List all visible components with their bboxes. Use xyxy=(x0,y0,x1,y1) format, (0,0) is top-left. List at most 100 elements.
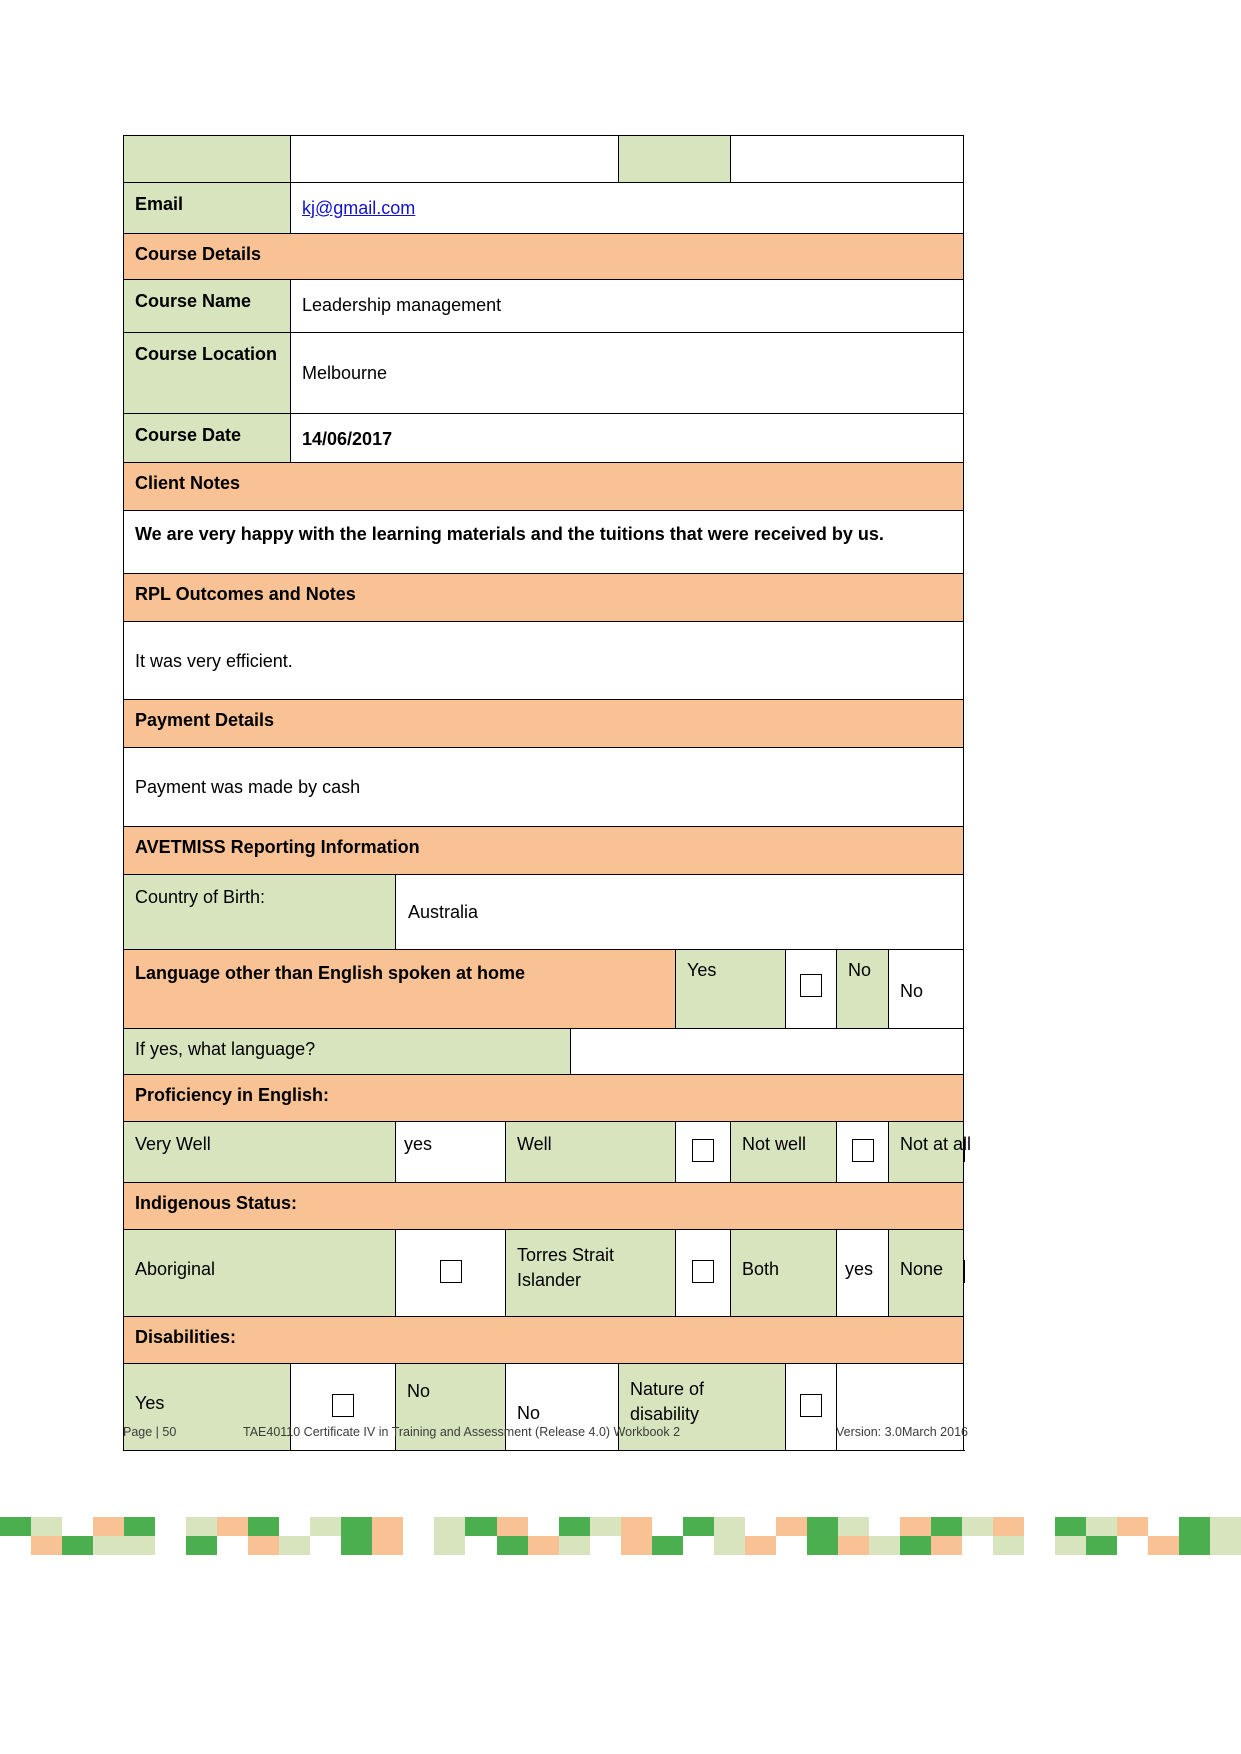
if-yes-language-label: If yes, what language? xyxy=(135,1038,316,1059)
strip-column xyxy=(682,1517,714,1555)
prof-not-well-checkbox[interactable] xyxy=(851,1139,874,1163)
prof-not-at-all-label: Not at all xyxy=(900,1133,972,1154)
if-yes-language-value[interactable] xyxy=(571,1029,963,1045)
table-row-rpl-header: RPL Outcomes and Notes xyxy=(123,573,964,622)
strip-column xyxy=(155,1517,187,1555)
language-other-label: Language other than English spoken at ho… xyxy=(135,962,526,983)
prof-well-checkbox-wrap[interactable] xyxy=(676,1122,730,1182)
table-row-proficiency-options: Very Well yes Well Not well Not at all xyxy=(123,1120,972,1183)
email-link[interactable]: kj@gmail.com xyxy=(302,198,415,218)
indigenous-aboriginal-checkbox-cell[interactable] xyxy=(395,1228,506,1317)
indigenous-both-label: Both xyxy=(742,1258,780,1279)
strip-column xyxy=(62,1517,94,1555)
payment-header-cell: Payment Details xyxy=(123,699,964,749)
language-yes-checkbox-cell[interactable] xyxy=(785,948,837,1029)
strip-column xyxy=(651,1517,683,1555)
strip-column xyxy=(589,1517,621,1555)
prof-not-well-checkbox-cell[interactable] xyxy=(836,1120,889,1183)
strip-column xyxy=(124,1517,156,1555)
document-page: Email kj@gmail.com Course Details Course… xyxy=(0,0,1241,1754)
prof-well-label-cell: Well xyxy=(505,1120,676,1183)
if-yes-language-value-cell[interactable] xyxy=(570,1027,964,1075)
strip-column xyxy=(186,1517,218,1555)
language-yes-checkbox-wrap[interactable] xyxy=(786,950,836,1024)
indigenous-tsi-checkbox-wrap[interactable] xyxy=(676,1230,730,1316)
indigenous-tsi-checkbox[interactable] xyxy=(692,1260,714,1284)
rpl-header-cell: RPL Outcomes and Notes xyxy=(123,573,964,622)
table-row-indigenous-options: Aboriginal Torres Strait Islander Both y… xyxy=(123,1228,965,1317)
strip-column xyxy=(1024,1517,1056,1555)
strip-column xyxy=(248,1517,280,1555)
strip-column xyxy=(217,1517,249,1555)
page-footer: Page | 50 TAE40110 Certificate IV in Tra… xyxy=(123,1425,968,1439)
course-details-header: Course Details xyxy=(135,244,262,264)
indigenous-header-cell: Indigenous Status: xyxy=(123,1181,964,1230)
footer-page-number: Page | 50 xyxy=(123,1425,177,1439)
avetmiss-header: AVETMISS Reporting Information xyxy=(135,836,420,857)
strip-column xyxy=(775,1517,807,1555)
payment-text: Payment was made by cash xyxy=(135,777,361,798)
strip-column xyxy=(899,1517,931,1555)
course-date-label: Course Date xyxy=(135,425,242,445)
course-details-header-cell: Course Details xyxy=(123,233,964,280)
indigenous-both-answer-cell: yes xyxy=(836,1228,889,1317)
top-cell-3 xyxy=(618,135,731,183)
language-yes-label-cell: Yes xyxy=(675,948,786,1029)
strip-column xyxy=(806,1517,838,1555)
indigenous-none-checkbox[interactable] xyxy=(963,1260,965,1284)
table-row-disabilities-header: Disabilities: xyxy=(123,1315,964,1364)
course-name-label-cell: Course Name xyxy=(123,279,291,333)
table-row-payment-body: Payment was made by cash xyxy=(123,747,964,827)
payment-body-cell: Payment was made by cash xyxy=(123,747,964,827)
indigenous-aboriginal-checkbox[interactable] xyxy=(439,1260,462,1284)
disabilities-nature-checkbox[interactable] xyxy=(800,1394,822,1418)
strip-column xyxy=(868,1517,900,1555)
prof-not-well-label: Not well xyxy=(742,1133,807,1154)
indigenous-aboriginal-checkbox-wrap[interactable] xyxy=(396,1230,505,1316)
table-row-payment-header: Payment Details xyxy=(123,699,964,749)
top-cell-4 xyxy=(730,135,964,183)
rpl-text: It was very efficient. xyxy=(135,651,293,671)
course-location-value: Melbourne xyxy=(302,363,388,383)
strip-column xyxy=(0,1517,32,1555)
prof-well-checkbox-cell[interactable] xyxy=(675,1120,731,1183)
table-row-course-date: Course Date 14/06/2017 xyxy=(123,413,964,463)
disabilities-no-answer: No xyxy=(517,1402,541,1423)
table-row-rpl-body: It was very efficient. xyxy=(123,620,964,701)
language-yes-checkbox[interactable] xyxy=(800,974,822,998)
prof-not-well-label-cell: Not well xyxy=(730,1120,837,1183)
prof-not-well-checkbox-wrap[interactable] xyxy=(837,1122,888,1182)
top-cell-4-text xyxy=(731,136,963,152)
prof-very-well-answer-cell: yes xyxy=(395,1120,506,1183)
strip-column xyxy=(279,1517,311,1555)
strip-column xyxy=(1055,1517,1087,1555)
table-row-indigenous-header: Indigenous Status: xyxy=(123,1181,964,1230)
table-row-country-of-birth: Country of Birth: Australia xyxy=(123,873,964,950)
prof-well-label: Well xyxy=(517,1133,552,1154)
disabilities-yes-checkbox[interactable] xyxy=(332,1394,354,1418)
table-row-language-other: Language other than English spoken at ho… xyxy=(123,948,964,1029)
disabilities-yes-label: Yes xyxy=(135,1392,165,1413)
strip-column xyxy=(1148,1517,1180,1555)
indigenous-none-label: None xyxy=(900,1258,944,1279)
disabilities-no-label: No xyxy=(407,1380,431,1401)
strip-column xyxy=(930,1517,962,1555)
indigenous-tsi-checkbox-cell[interactable] xyxy=(675,1228,731,1317)
payment-header: Payment Details xyxy=(135,710,275,731)
prof-very-well-answer: yes xyxy=(404,1133,433,1154)
prof-not-at-all-checkbox[interactable] xyxy=(963,1139,965,1163)
indigenous-both-label-cell: Both xyxy=(730,1228,837,1317)
prof-very-well-label: Very Well xyxy=(135,1133,211,1154)
indigenous-tsi-label-cell: Torres Strait Islander xyxy=(505,1228,676,1317)
client-notes-header-cell: Client Notes xyxy=(123,462,964,511)
strip-column xyxy=(713,1517,745,1555)
table-row-avetmiss-header: AVETMISS Reporting Information xyxy=(123,825,964,875)
prof-well-checkbox[interactable] xyxy=(692,1139,714,1163)
indigenous-both-answer: yes xyxy=(845,1258,874,1279)
disabilities-nature-value[interactable] xyxy=(837,1364,963,1380)
top-cell-3-text xyxy=(619,136,730,152)
strip-column xyxy=(93,1517,125,1555)
strip-column xyxy=(1086,1517,1118,1555)
email-value-wrap: kj@gmail.com xyxy=(291,183,963,228)
course-date-label-cell: Course Date xyxy=(123,413,291,463)
